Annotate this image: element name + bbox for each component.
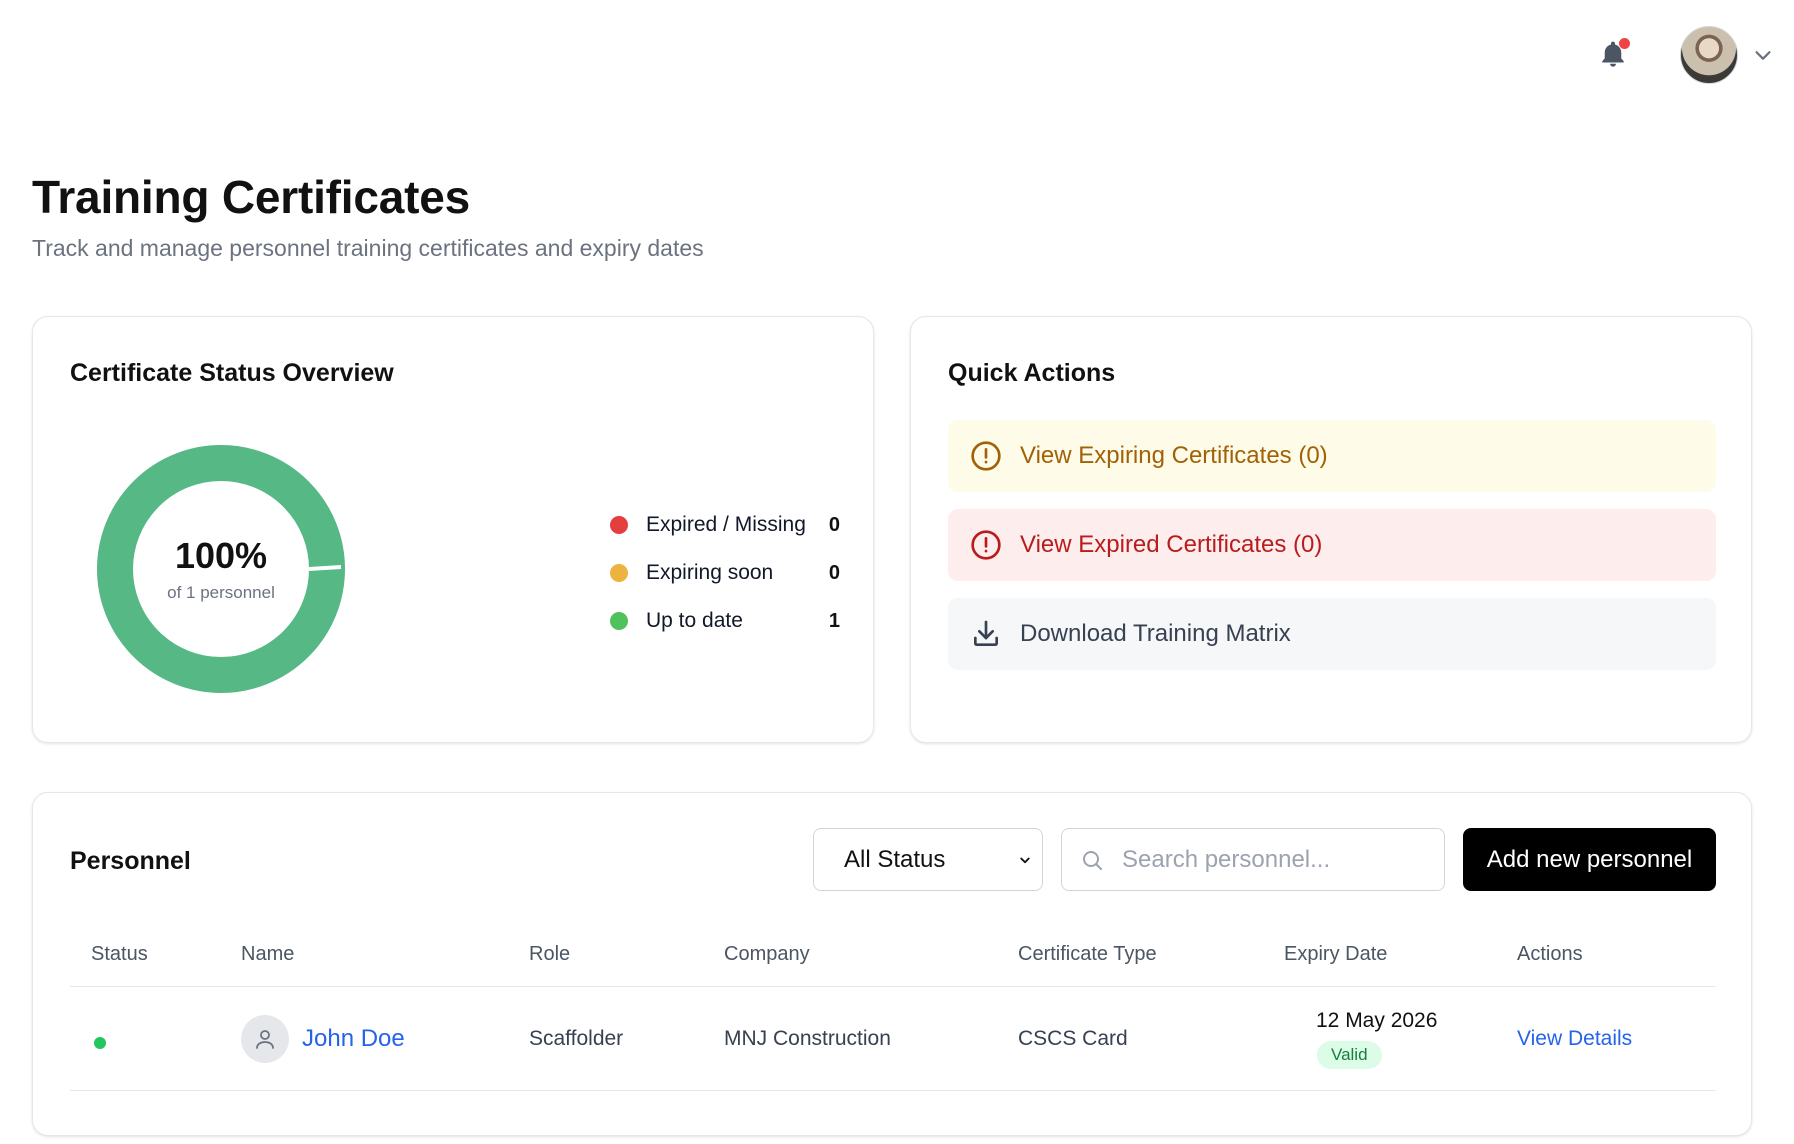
legend-count: 1 — [828, 609, 840, 632]
column-header-status: Status — [91, 943, 148, 965]
legend-count: 0 — [828, 561, 840, 584]
personnel-table: Status Name Role Company Certificate Typ… — [70, 933, 1716, 1091]
person-avatar — [241, 1015, 289, 1063]
download-matrix-button[interactable]: Download Training Matrix — [948, 598, 1716, 670]
top-bar — [0, 0, 1794, 110]
quick-actions-title: Quick Actions — [948, 359, 1116, 387]
personnel-card: Personnel All Status Add new personnel S… — [32, 792, 1752, 1136]
avatar[interactable] — [1680, 26, 1738, 84]
column-header-expiry-date: Expiry Date — [1284, 943, 1388, 965]
legend-count: 0 — [828, 513, 840, 536]
chevron-down-icon — [1020, 857, 1030, 864]
expiry-date-cell: 12 May 2026 — [1316, 1009, 1438, 1032]
download-icon — [974, 620, 998, 646]
overview-title: Certificate Status Overview — [70, 359, 394, 387]
legend-label: Expired / Missing — [646, 513, 806, 536]
legend-item-up-to-date: Up to date 1 — [610, 597, 840, 645]
column-header-certificate-type: Certificate Type — [1018, 943, 1157, 965]
view-expiring-button[interactable]: View Expiring Certificates (0) — [948, 420, 1716, 492]
person-name-link[interactable]: John Doe — [302, 1025, 405, 1053]
table-row: John Doe Scaffolder MNJ Construction CSC… — [70, 987, 1716, 1091]
alert-circle-icon — [971, 530, 1001, 560]
table-header: Status Name Role Company Certificate Typ… — [70, 933, 1716, 987]
page-title: Training Certificates — [32, 171, 471, 223]
search-box — [1061, 828, 1445, 891]
column-header-name: Name — [241, 943, 295, 965]
page-subtitle: Track and manage personnel training cert… — [32, 235, 704, 261]
search-input[interactable] — [1122, 839, 1422, 881]
status-badge: Valid — [1317, 1041, 1382, 1069]
legend-item-expiring: Expiring soon 0 — [610, 549, 840, 597]
legend-dot — [610, 564, 628, 582]
certificate-status-overview-card: Certificate Status Overview 100% of 1 pe… — [32, 316, 874, 743]
view-expired-label: View Expired Certificates (0) — [1020, 531, 1323, 558]
view-expired-button[interactable]: View Expired Certificates (0) — [948, 509, 1716, 581]
legend-dot — [610, 612, 628, 630]
role-cell: Scaffolder — [529, 1027, 624, 1050]
legend-label: Expiring soon — [646, 561, 774, 584]
view-expiring-label: View Expiring Certificates (0) — [1020, 442, 1328, 469]
chevron-down-icon[interactable] — [1752, 44, 1774, 66]
legend-label: Up to date — [646, 609, 743, 632]
bell-icon[interactable] — [1597, 38, 1633, 76]
company-cell: MNJ Construction — [724, 1027, 891, 1050]
donut-center: 100% of 1 personnel — [91, 439, 351, 699]
legend-item-expired: Expired / Missing 0 — [610, 501, 840, 549]
quick-actions-card: Quick Actions View Expiring Certificates… — [910, 316, 1752, 743]
legend-dot — [610, 516, 628, 534]
certificate-type-cell: CSCS Card — [1018, 1027, 1128, 1050]
status-legend: Expired / Missing 0 Expiring soon 0 Up t… — [610, 501, 840, 645]
donut-caption: of 1 personnel — [167, 583, 275, 602]
status-filter-value: All Status — [844, 845, 946, 873]
search-icon — [1083, 851, 1102, 870]
column-header-actions: Actions — [1517, 943, 1583, 965]
view-details-link[interactable]: View Details — [1517, 1027, 1632, 1051]
add-personnel-button[interactable]: Add new personnel — [1463, 828, 1716, 891]
alert-circle-icon — [971, 441, 1001, 471]
status-indicator — [94, 1037, 106, 1049]
notification-dot — [1619, 38, 1630, 49]
donut-percent: 100% — [174, 535, 268, 576]
personnel-title: Personnel — [70, 847, 191, 875]
column-header-company: Company — [724, 943, 810, 965]
user-icon — [256, 1030, 274, 1049]
column-header-role: Role — [529, 943, 571, 965]
status-filter-select[interactable]: All Status — [813, 828, 1043, 891]
download-matrix-label: Download Training Matrix — [1020, 620, 1291, 647]
